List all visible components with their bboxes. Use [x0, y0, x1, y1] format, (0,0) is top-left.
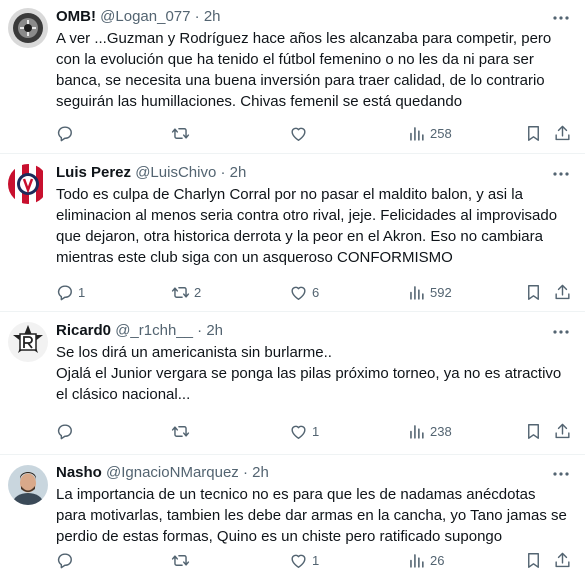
tweet-text: A ver ...Guzman y Rodríguez hace años le… — [56, 30, 552, 110]
view-count: 258 — [430, 125, 452, 141]
bookmark-button[interactable] — [524, 121, 543, 145]
view-count: 26 — [430, 552, 445, 568]
retweet-button[interactable] — [171, 419, 194, 443]
reply-button[interactable] — [55, 121, 78, 145]
views-icon — [410, 553, 424, 568]
views-icon — [410, 285, 424, 300]
reply-icon — [57, 423, 72, 439]
author-name[interactable]: Ricard0 — [56, 322, 111, 339]
avatar[interactable] — [8, 465, 48, 505]
views-button[interactable]: 238 — [407, 419, 452, 443]
reply-icon — [57, 284, 72, 300]
timestamp[interactable]: 2h — [230, 164, 247, 181]
retweet-button[interactable]: 2 — [171, 280, 201, 304]
bookmark-button[interactable] — [524, 419, 543, 443]
author-handle[interactable]: @IgnacioNMarquez — [106, 464, 239, 481]
more-icon[interactable] — [551, 8, 571, 28]
views-button[interactable]: 26 — [407, 548, 444, 572]
share-button[interactable] — [553, 121, 572, 145]
author-handle[interactable]: @_r1chh__ — [115, 322, 193, 339]
bookmark-icon — [528, 552, 539, 568]
retweet-button[interactable] — [171, 121, 194, 145]
bookmark-button[interactable] — [524, 280, 543, 304]
reply-button[interactable]: 1 — [55, 280, 85, 304]
timestamp[interactable]: 2h — [204, 8, 221, 25]
retweet-icon — [171, 286, 190, 298]
author-name[interactable]: OMB! — [56, 8, 96, 25]
share-icon — [555, 552, 570, 567]
views-icon — [410, 424, 424, 439]
avatar[interactable] — [8, 164, 48, 204]
author-name[interactable]: Nasho — [56, 464, 102, 481]
tweet-text: Todo es culpa de Charlyn Corral por no p… — [56, 186, 558, 266]
share-icon — [555, 284, 570, 299]
tweet-header: OMB! @Logan_077 · 2h — [56, 7, 221, 27]
timestamp[interactable]: 2h — [252, 464, 269, 481]
reply-button[interactable] — [55, 548, 78, 572]
action-bar: 1 26 — [0, 548, 585, 572]
retweet-icon — [171, 425, 190, 437]
like-button[interactable] — [289, 121, 312, 145]
author-handle[interactable]: @LuisChivo — [135, 164, 216, 181]
share-icon — [555, 423, 570, 438]
like-icon — [291, 554, 306, 568]
reply-icon — [57, 552, 72, 568]
like-button[interactable]: 6 — [289, 280, 319, 304]
more-icon[interactable] — [551, 164, 571, 184]
separator-dot: · — [220, 164, 226, 181]
avatar[interactable] — [8, 322, 48, 362]
like-count: 1 — [312, 423, 320, 439]
tweet[interactable]: OMB! @Logan_077 · 2h A ver ...Guzman y R… — [0, 0, 585, 154]
like-button[interactable]: 1 — [289, 419, 319, 443]
avatar[interactable] — [8, 8, 48, 48]
retweet-icon — [171, 554, 190, 566]
view-count: 592 — [430, 284, 452, 300]
share-icon — [555, 125, 570, 140]
like-icon — [291, 425, 306, 439]
action-bar: 258 — [0, 121, 585, 145]
share-button[interactable] — [553, 280, 572, 304]
share-button[interactable] — [553, 548, 572, 572]
reply-button[interactable] — [55, 419, 78, 443]
action-bar: 1 238 — [0, 419, 585, 443]
more-icon[interactable] — [551, 322, 571, 342]
bookmark-button[interactable] — [524, 548, 543, 572]
retweet-icon — [171, 127, 190, 139]
tweet[interactable]: Luis Perez @LuisChivo · 2h Todo es culpa… — [0, 154, 585, 312]
retweet-button[interactable] — [171, 548, 194, 572]
like-count: 6 — [312, 284, 320, 300]
retweet-count: 2 — [194, 284, 202, 300]
share-button[interactable] — [553, 419, 572, 443]
reply-icon — [57, 125, 72, 141]
author-handle[interactable]: @Logan_077 — [100, 8, 190, 25]
tweet-header: Ricard0 @_r1chh__ · 2h — [56, 321, 223, 341]
separator-dot: · — [194, 8, 200, 25]
like-count: 1 — [312, 552, 320, 568]
views-button[interactable]: 258 — [407, 121, 452, 145]
action-bar: 1 2 6 592 — [0, 280, 585, 304]
like-button[interactable]: 1 — [289, 548, 319, 572]
tweet-header: Luis Perez @LuisChivo · 2h — [56, 163, 246, 183]
author-name[interactable]: Luis Perez — [56, 164, 131, 181]
tweet[interactable]: Ricard0 @_r1chh__ · 2h Se los dirá un am… — [0, 312, 585, 455]
like-icon — [291, 127, 306, 141]
bookmark-icon — [528, 125, 539, 141]
like-icon — [291, 286, 306, 300]
views-button[interactable]: 592 — [407, 280, 452, 304]
bookmark-icon — [528, 284, 539, 300]
tweet-text: Se los dirá un americanista sin burlarme… — [56, 344, 562, 403]
timestamp[interactable]: 2h — [206, 322, 223, 339]
tweet[interactable]: Nasho @IgnacioNMarquez · 2h La importanc… — [0, 455, 585, 577]
views-icon — [410, 126, 424, 141]
tweet-header: Nasho @IgnacioNMarquez · 2h — [56, 463, 269, 483]
more-icon[interactable] — [551, 464, 571, 484]
separator-dot: · — [197, 322, 203, 339]
tweet-text: La importancia de un tecnico no es para … — [56, 486, 567, 545]
reply-count: 1 — [78, 284, 86, 300]
separator-dot: · — [242, 464, 248, 481]
view-count: 238 — [430, 423, 452, 439]
bookmark-icon — [528, 423, 539, 439]
